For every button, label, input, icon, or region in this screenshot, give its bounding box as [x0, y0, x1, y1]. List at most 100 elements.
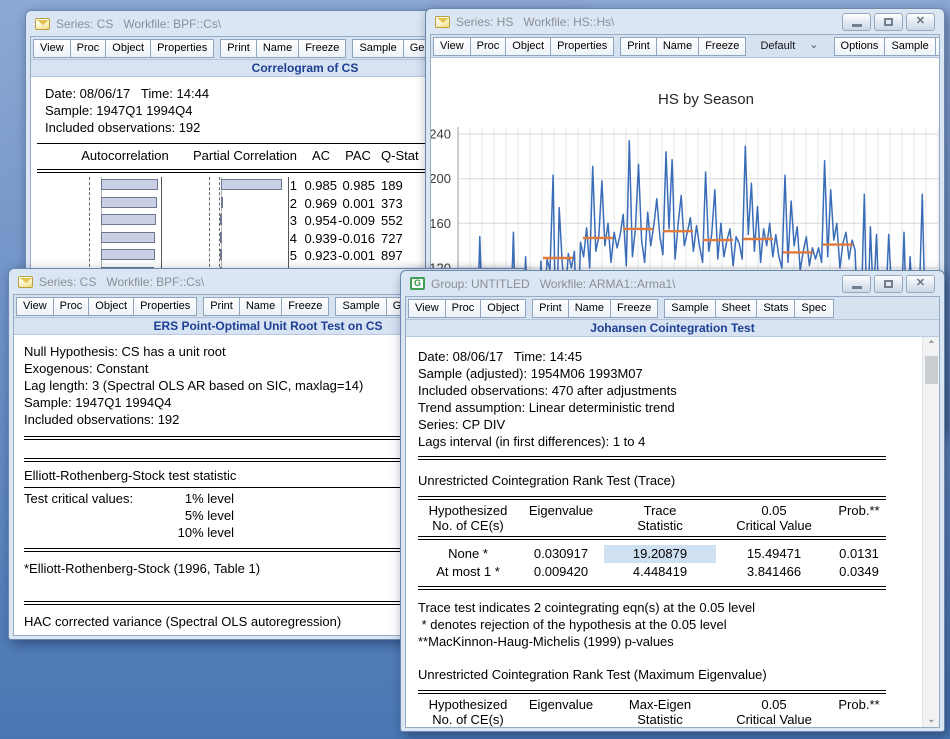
- header-line: No. of CE(s): [418, 518, 518, 533]
- johansen-test-output: Date: 08/06/17 Time: 14:45Sample (adjust…: [406, 337, 939, 728]
- toolbar-button-name[interactable]: Name: [568, 299, 611, 318]
- text-line: Trace test indicates 2 cointegrating eqn…: [418, 599, 939, 616]
- toolbar-button-sample[interactable]: Sample: [884, 37, 935, 56]
- toolbar-button-proc[interactable]: Proc: [70, 39, 107, 58]
- titlebar[interactable]: G Group: UNTITLED Workfile: ARMA1::Arma1…: [405, 271, 940, 296]
- text-line: * denotes rejection of the hypothesis at…: [418, 616, 939, 633]
- maximize-button[interactable]: [874, 275, 903, 293]
- window-title: Group: UNTITLED Workfile: ARMA1::Arma1\: [431, 277, 676, 291]
- toolbar-button-print[interactable]: Print: [620, 37, 657, 56]
- rule: [418, 586, 886, 590]
- toolbar-button-print[interactable]: Print: [220, 39, 257, 58]
- toolbar-button-object[interactable]: Object: [505, 37, 551, 56]
- table-cell: 15.49471: [716, 545, 832, 563]
- vertical-scrollbar[interactable]: ⌃ ⌄: [922, 337, 939, 728]
- toolbar-group: Default⌄: [752, 38, 826, 55]
- scrollbar-thumb[interactable]: [925, 356, 938, 384]
- toolbar: ViewProcObject PrintNameFreeze SampleSheet…: [406, 297, 939, 320]
- caption-buttons: ✕: [842, 13, 935, 31]
- close-button[interactable]: ✕: [906, 275, 935, 293]
- scroll-down-button[interactable]: ⌄: [923, 711, 939, 728]
- ac-value: 0.969: [299, 196, 337, 211]
- toolbar-button-freeze[interactable]: Freeze: [698, 37, 746, 56]
- toolbar-button-name[interactable]: Name: [256, 39, 299, 58]
- view-header: Johansen Cointegration Test: [406, 320, 939, 337]
- window-group-untitled-johansen: G Group: UNTITLED Workfile: ARMA1::Arma1…: [400, 270, 945, 732]
- level-label: 1% level: [164, 490, 234, 507]
- minimize-button[interactable]: [842, 275, 871, 293]
- toolbar-button-object[interactable]: Object: [105, 39, 151, 58]
- toolbar-button-spec[interactable]: Spec: [794, 299, 833, 318]
- toolbar-button-proc[interactable]: Proc: [470, 37, 507, 56]
- toolbar-button-object[interactable]: Object: [480, 299, 526, 318]
- toolbar-button-options[interactable]: Options: [834, 37, 886, 56]
- ac-bar: [101, 232, 155, 243]
- pac-value: -0.016: [335, 231, 375, 246]
- minimize-button[interactable]: [842, 13, 871, 31]
- table-header-cell: Eigenvalue: [518, 503, 604, 533]
- text-line: Sample (adjusted): 1954M06 1993M07: [418, 365, 939, 382]
- table-header-cell: HypothesizedNo. of CE(s): [418, 697, 518, 727]
- group-icon: G: [410, 277, 425, 290]
- toolbar-button-name[interactable]: Name: [656, 37, 699, 56]
- toolbar-button-object[interactable]: Object: [88, 297, 134, 316]
- toolbar-button-sheet[interactable]: Sheet: [715, 299, 758, 318]
- toolbar-button-properties[interactable]: Properties: [150, 39, 214, 58]
- table-header-cell: TraceStatistic: [604, 503, 716, 533]
- toolbar-button-properties[interactable]: Properties: [133, 297, 197, 316]
- table-cell: None *: [418, 545, 518, 563]
- table-cell: 0.030917: [518, 545, 604, 563]
- table-header-cell: 0.05Critical Value: [716, 697, 832, 727]
- toolbar-button-view[interactable]: View: [16, 297, 54, 316]
- ac-value: 0.985: [299, 178, 337, 193]
- close-button[interactable]: ✕: [906, 13, 935, 31]
- table-header-cell: Max-EigenStatistic: [604, 697, 716, 727]
- info-block: Date: 08/06/17 Time: 14:45Sample (adjust…: [406, 337, 939, 450]
- toolbar-button-sample[interactable]: Sample: [664, 299, 715, 318]
- eviews-workspace: Series: CS Workfile: BPF::Cs\ ViewProcOb…: [0, 0, 950, 739]
- toolbar-button-sample[interactable]: Sample: [335, 297, 386, 316]
- window-title: Series: HS Workfile: HS::Hs\: [456, 15, 614, 29]
- header-line: No. of CE(s): [418, 712, 518, 727]
- maxeigen-test-table: HypothesizedNo. of CE(s)EigenvalueMax-Ei…: [406, 690, 939, 727]
- toolbar-button-freeze[interactable]: Freeze: [298, 39, 346, 58]
- table-cell: 0.0131: [832, 545, 886, 563]
- header-line: Statistic: [604, 518, 716, 533]
- titlebar[interactable]: Series: HS Workfile: HS::Hs\ ✕: [430, 9, 940, 34]
- toolbar-button-proc[interactable]: Proc: [445, 299, 482, 318]
- level-label: 10% level: [164, 524, 234, 541]
- toolbar-button-sample[interactable]: Sample: [352, 39, 403, 58]
- level-label: 5% level: [164, 507, 234, 524]
- toolbar-group: PrintNameFreeze: [220, 39, 345, 58]
- toolbar-button-view[interactable]: View: [433, 37, 471, 56]
- text-line: Included observations: 470 after adjustm…: [418, 382, 939, 399]
- maximize-button[interactable]: [874, 13, 903, 31]
- pac-value: -0.001: [335, 248, 375, 263]
- header-line: Prob.**: [832, 503, 886, 518]
- toolbar-button-print[interactable]: Print: [532, 299, 569, 318]
- svg-text:240: 240: [431, 127, 451, 142]
- col-header-autocorrelation: Autocorrelation: [59, 148, 191, 163]
- toolbar-button-stats[interactable]: Stats: [756, 299, 795, 318]
- toolbar-button-name[interactable]: Name: [239, 297, 282, 316]
- toolbar-button-view[interactable]: View: [33, 39, 71, 58]
- graph-type-dropdown[interactable]: Default⌄: [752, 38, 826, 55]
- pac-bar: [220, 214, 222, 225]
- table-cell: 4.448419: [604, 563, 716, 581]
- toolbar-button-freeze[interactable]: Freeze: [610, 299, 658, 318]
- toolbar-group: SampleSheetStatsSpec: [664, 299, 832, 318]
- scroll-up-button[interactable]: ⌃: [923, 337, 939, 354]
- toolbar-button-freeze[interactable]: Freeze: [281, 297, 329, 316]
- ac-bar: [101, 214, 156, 225]
- toolbar-button-view[interactable]: View: [408, 299, 446, 318]
- toolbar-button-properties[interactable]: Properties: [550, 37, 614, 56]
- series-icon: [435, 16, 450, 28]
- table-header-cell: 0.05Critical Value: [716, 503, 832, 533]
- toolbar-button-print[interactable]: Print: [203, 297, 240, 316]
- header-line: Hypothesized: [418, 503, 518, 518]
- lag-number: 4: [269, 231, 297, 246]
- toolbar-button-proc[interactable]: Proc: [53, 297, 90, 316]
- toolbar-button-genr[interactable]: Genr: [935, 37, 939, 56]
- window-title: Series: CS Workfile: BPF::Cs\: [56, 17, 221, 31]
- toolbar-group: PrintNameFreeze: [620, 37, 745, 56]
